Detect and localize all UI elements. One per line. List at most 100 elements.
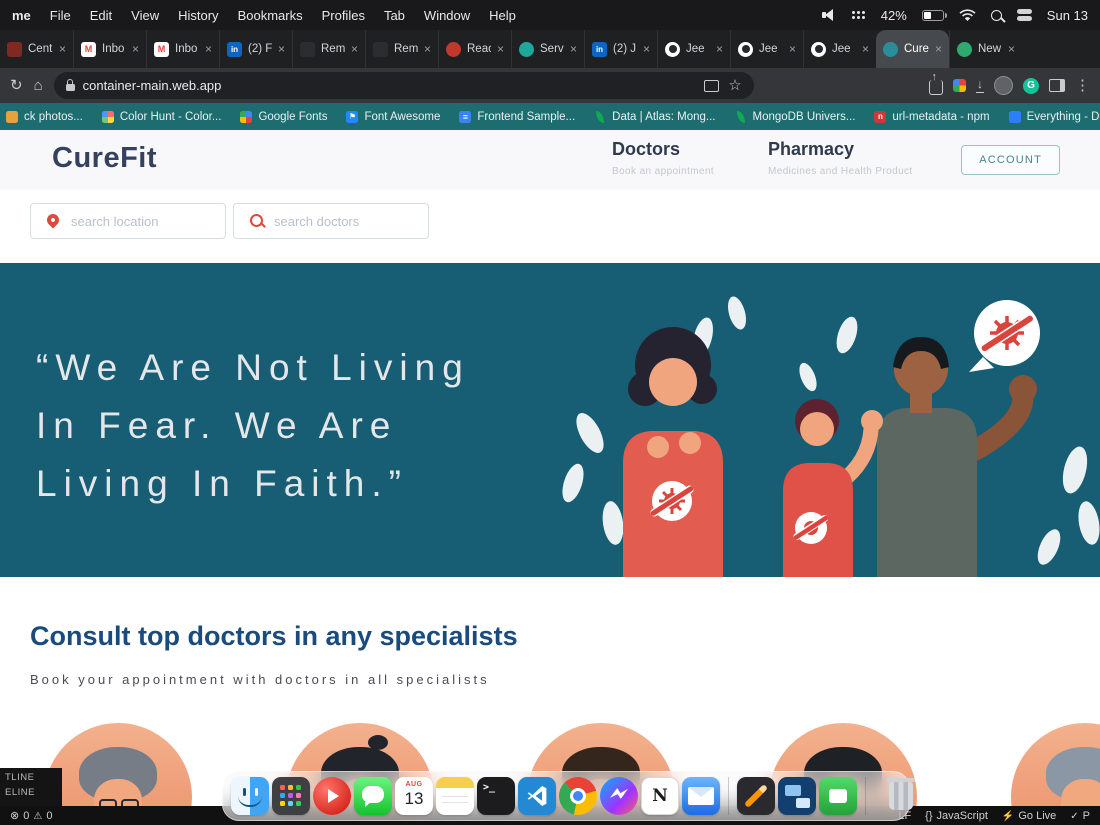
browser-tab[interactable]: Cent <box>0 30 73 68</box>
menu-help[interactable]: Help <box>489 8 516 23</box>
dock-green-app-icon[interactable] <box>819 777 857 815</box>
browser-tab[interactable]: Jee <box>657 30 730 68</box>
dock-notes-icon[interactable] <box>436 777 474 815</box>
dock-displays-app-icon[interactable] <box>778 777 816 815</box>
tab-close-icon[interactable] <box>424 43 431 55</box>
profile-avatar[interactable] <box>994 76 1013 95</box>
browser-tab[interactable]: New <box>949 30 1022 68</box>
nav-pharmacy[interactable]: Pharmacy Medicines and Health Product <box>768 139 913 177</box>
language-indicator[interactable]: {} JavaScript <box>925 810 988 822</box>
bookmark-item[interactable]: Everything - Docu... <box>1008 110 1100 123</box>
menubar-clock[interactable]: Sun 13 <box>1047 8 1088 23</box>
menu-bookmarks[interactable]: Bookmarks <box>238 8 303 23</box>
url-text[interactable]: container-main.web.app <box>83 78 697 93</box>
bookmark-item[interactable]: Font Awesome <box>346 110 440 123</box>
bookmark-item[interactable]: ck photos... <box>6 110 83 123</box>
dock-trash-icon[interactable] <box>882 777 920 815</box>
extension-grid-icon[interactable] <box>953 79 966 92</box>
browser-tab[interactable]: Jee <box>803 30 876 68</box>
bookmark-item[interactable]: Color Hunt - Color... <box>101 110 221 123</box>
reload-icon[interactable]: ↻ <box>10 78 23 93</box>
dock-chrome-icon[interactable] <box>559 777 597 815</box>
tab-close-icon[interactable] <box>862 43 869 55</box>
menu-view[interactable]: View <box>131 8 159 23</box>
display-dots-icon[interactable] <box>851 10 866 20</box>
share-icon[interactable] <box>929 71 943 95</box>
search-doctors-field[interactable] <box>233 203 429 239</box>
tab-close-icon[interactable] <box>716 43 723 55</box>
speaker-icon[interactable] <box>821 9 837 21</box>
dock-vscode-icon[interactable] <box>518 777 556 815</box>
browser-tab[interactable]: Jee <box>730 30 803 68</box>
bookmark-item[interactable]: Data | Atlas: Mong... <box>594 111 715 123</box>
spotlight-search-icon[interactable] <box>990 9 1002 21</box>
browser-tab[interactable]: (2) F <box>219 30 292 68</box>
browser-tab[interactable]: Inbo <box>146 30 219 68</box>
tab-close-icon[interactable] <box>935 43 942 55</box>
dock-messages-icon[interactable] <box>354 777 392 815</box>
browser-tab[interactable]: (2) J <box>584 30 657 68</box>
tab-close-icon[interactable] <box>205 43 212 55</box>
bookmark-item[interactable]: Frontend Sample... <box>459 110 575 123</box>
tab-close-icon[interactable] <box>570 43 577 55</box>
problems-indicator[interactable]: 0 0 <box>10 809 52 822</box>
nav-doctors[interactable]: Doctors Book an appointment <box>612 139 714 177</box>
menu-profiles[interactable]: Profiles <box>322 8 365 23</box>
go-live-button[interactable]: Go Live <box>1002 810 1056 822</box>
tab-close-icon[interactable] <box>789 43 796 55</box>
dock-terminal-icon[interactable] <box>477 777 515 815</box>
site-favicon <box>300 41 315 57</box>
dock-finder-icon[interactable] <box>231 777 269 815</box>
menu-tab[interactable]: Tab <box>384 8 405 23</box>
bookmark-item[interactable]: url-metadata - npm <box>874 110 990 123</box>
address-bar[interactable]: container-main.web.app ☆ <box>53 72 754 99</box>
menu-history[interactable]: History <box>178 8 218 23</box>
tab-close-icon[interactable] <box>59 43 66 55</box>
home-icon[interactable]: ⌂ <box>34 78 43 93</box>
dock-mail-icon[interactable] <box>682 777 720 815</box>
site-favicon <box>446 41 461 57</box>
browser-tab[interactable]: Inbo <box>73 30 146 68</box>
menu-edit[interactable]: Edit <box>90 8 112 23</box>
search-location-input[interactable] <box>30 203 226 239</box>
dock-notion-icon[interactable] <box>641 777 679 815</box>
tab-close-icon[interactable] <box>351 43 358 55</box>
download-icon[interactable]: ↓ <box>976 78 984 93</box>
dock-pencil-app-icon[interactable] <box>737 777 775 815</box>
wifi-icon[interactable] <box>959 8 976 22</box>
curefit-logo[interactable]: CureFit <box>52 142 157 175</box>
browser-tab-active[interactable]: Cure <box>876 30 949 68</box>
prettier-indicator[interactable]: P <box>1070 810 1090 822</box>
dock-launchpad-icon[interactable] <box>272 777 310 815</box>
menu-file[interactable]: File <box>50 8 71 23</box>
tab-close-icon[interactable] <box>278 43 285 55</box>
control-center-icon[interactable] <box>1016 9 1032 22</box>
tab-close-icon[interactable] <box>643 43 650 55</box>
search-location-field[interactable] <box>30 203 226 239</box>
outline-panel-label[interactable]: TLINE <box>0 768 62 783</box>
tab-close-icon[interactable] <box>132 43 139 55</box>
account-button[interactable]: ACCOUNT <box>961 145 1060 175</box>
bookmark-item[interactable]: MongoDB Univers... <box>735 111 856 123</box>
side-panel-icon[interactable] <box>1049 79 1065 92</box>
dock-messenger-icon[interactable] <box>600 777 638 815</box>
grammarly-extension-icon[interactable] <box>1023 77 1039 94</box>
browser-menu-icon[interactable]: ⋮ <box>1075 78 1090 93</box>
tab-close-icon[interactable] <box>497 43 504 55</box>
photo-favicon <box>6 110 18 123</box>
dock-calendar-icon[interactable]: AUG 13 <box>395 777 433 815</box>
browser-tab[interactable]: Reac <box>438 30 511 68</box>
gmail-favicon <box>81 41 96 57</box>
bookmark-item[interactable]: Google Fonts <box>240 110 327 123</box>
menu-window[interactable]: Window <box>424 8 470 23</box>
browser-tab[interactable]: Rem <box>365 30 438 68</box>
linkedin-favicon <box>227 41 242 57</box>
install-app-icon[interactable] <box>704 79 720 92</box>
browser-tab[interactable]: Serv <box>511 30 584 68</box>
dock-media-play-icon[interactable] <box>313 777 351 815</box>
tab-close-icon[interactable] <box>1008 43 1015 55</box>
curefit-favicon <box>883 41 898 57</box>
timeline-panel-label[interactable]: ELINE <box>0 783 62 798</box>
bookmark-star-icon[interactable]: ☆ <box>728 78 741 93</box>
browser-tab[interactable]: Rem <box>292 30 365 68</box>
